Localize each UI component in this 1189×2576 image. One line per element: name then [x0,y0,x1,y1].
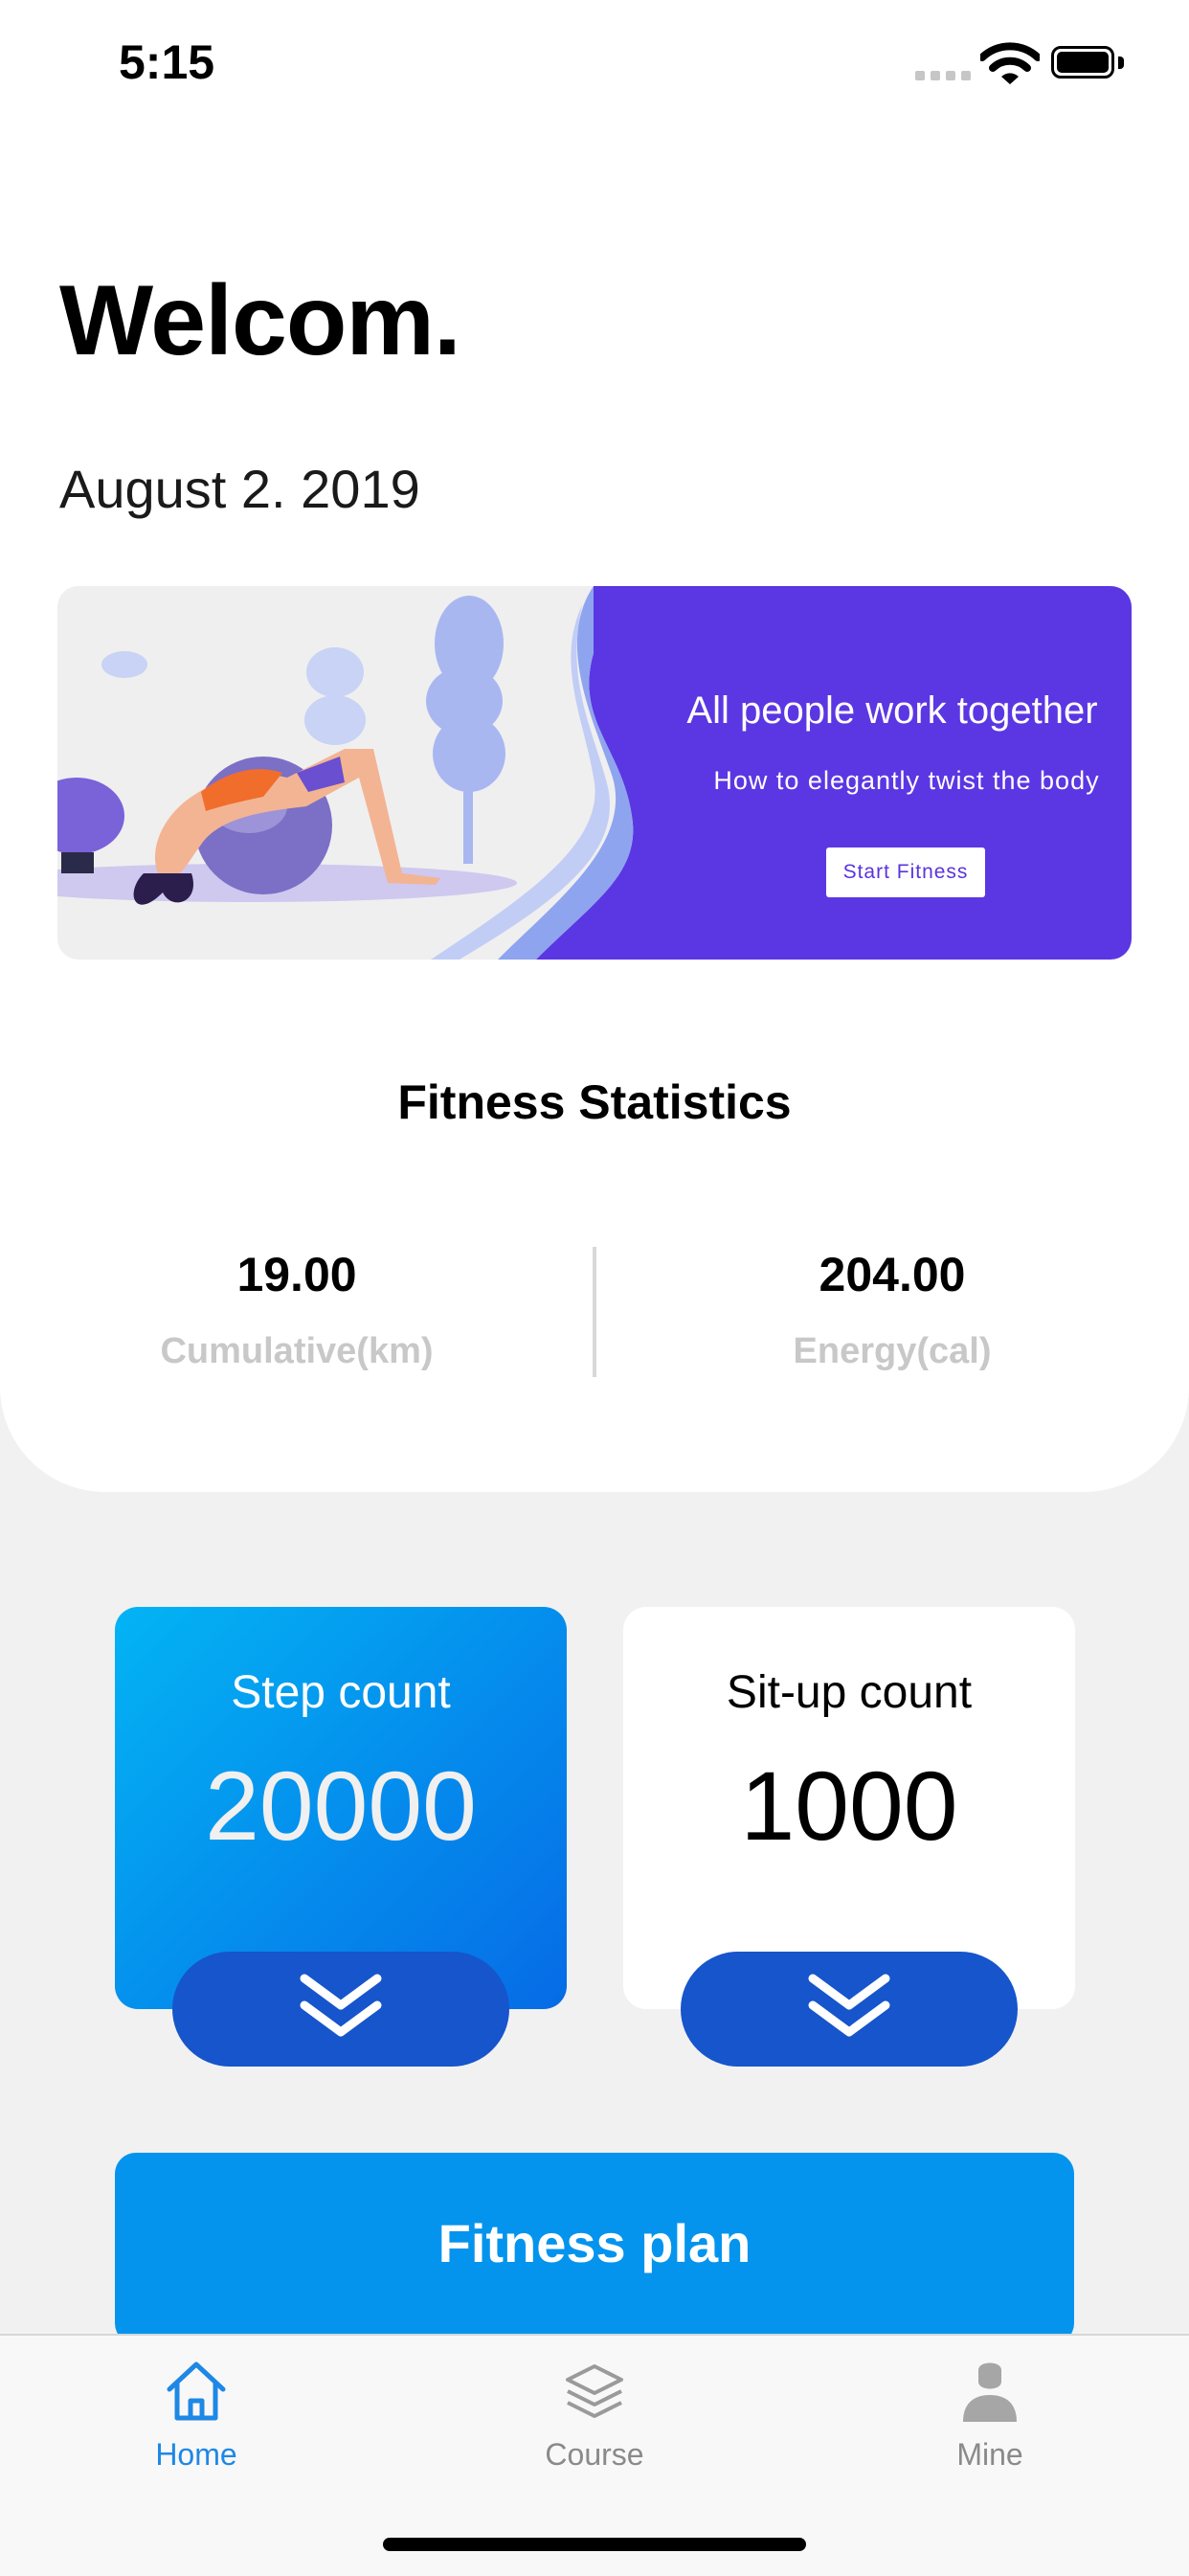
tab-label: Mine [956,2437,1023,2472]
tab-mine[interactable]: Mine [865,2357,1114,2473]
cellular-signal-icon [915,71,971,80]
battery-icon [1051,46,1126,80]
home-icon [167,2361,226,2421]
home-indicator [383,2538,806,2551]
status-bar: 5:15 [0,0,1189,126]
tab-label: Course [545,2437,644,2472]
status-time: 5:15 [119,35,215,89]
step-count-expand-button[interactable] [172,1952,509,2067]
double-chevron-down-icon [808,1974,890,2037]
tab-label: Home [155,2437,237,2472]
wifi-icon [980,42,1040,84]
situp-count-label: Sit-up count [726,1667,973,1718]
stat-value: 19.00 [236,1248,357,1301]
step-count-value: 20000 [205,1751,477,1861]
banner-subtitle: How to elegantly twist the body [713,766,1100,795]
tab-course[interactable]: Course [470,2357,719,2473]
situp-count-value: 1000 [740,1751,958,1861]
stat-label: Energy(cal) [793,1331,992,1371]
stat-label: Cumulative(km) [160,1331,434,1371]
statistics-title: Fitness Statistics [397,1075,792,1129]
stat-value: 204.00 [819,1248,966,1301]
fitness-plan-label: Fitness plan [437,2213,752,2273]
situp-count-card[interactable]: Sit-up count 1000 [623,1607,1075,2009]
stat-divider [593,1247,596,1377]
banner-title: All people work together [686,689,1098,732]
situp-count-expand-button[interactable] [681,1952,1018,2067]
stat-cumulative: 19.00 Cumulative(km) [57,1247,536,1372]
layers-icon [566,2364,623,2418]
person-icon [963,2362,1017,2422]
date-label: August 2. 2019 [59,459,420,519]
double-chevron-down-icon [300,1974,382,2037]
promo-banner[interactable]: All people work together How to elegantl… [57,586,1132,960]
tab-home[interactable]: Home [72,2357,321,2473]
start-fitness-button[interactable]: Start Fitness [826,847,985,897]
fitness-plan-button[interactable]: Fitness plan [115,2153,1074,2344]
page-title: Welcom. [59,265,461,376]
stat-energy: 204.00 Energy(cal) [653,1247,1132,1372]
step-count-card[interactable]: Step count 20000 [115,1607,567,2009]
step-count-label: Step count [231,1667,451,1718]
